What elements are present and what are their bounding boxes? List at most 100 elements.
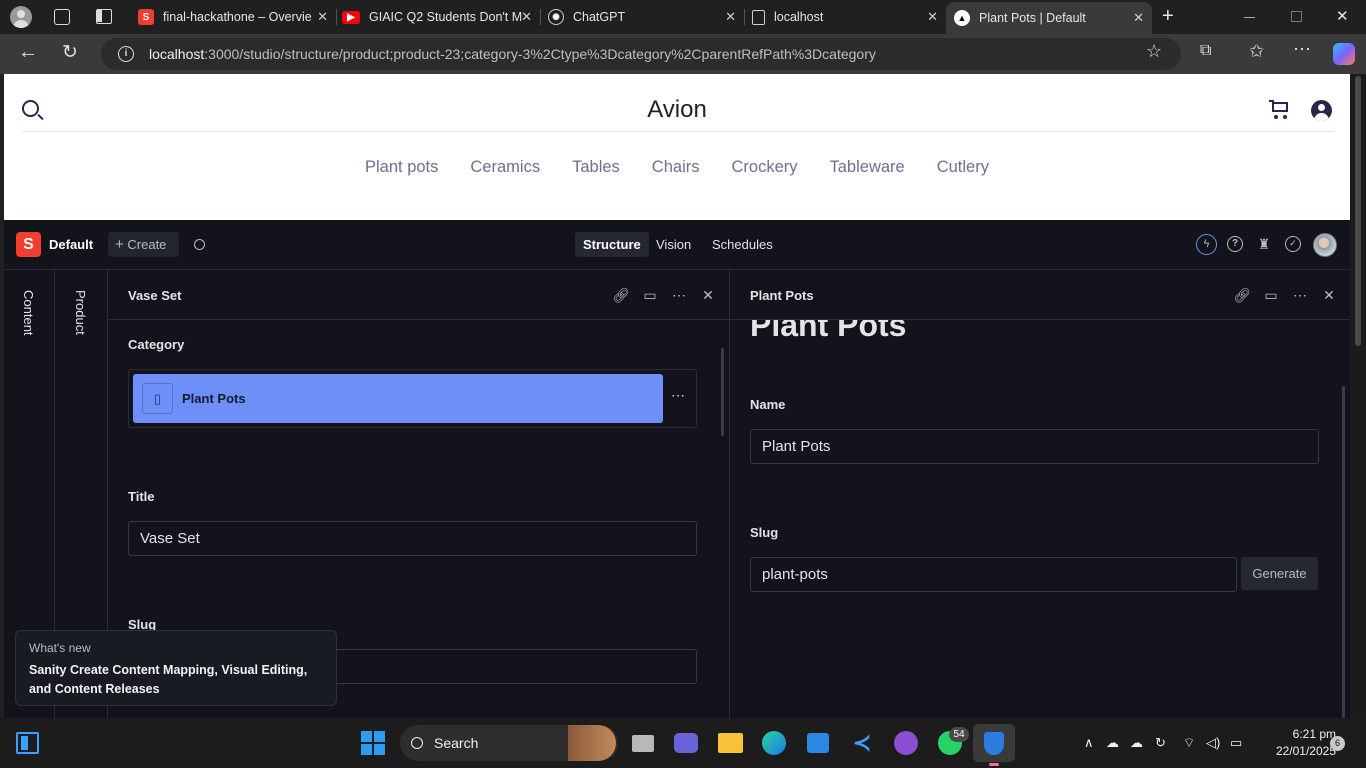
teams-icon[interactable] xyxy=(672,729,700,757)
more-icon[interactable]: ⋯ xyxy=(670,286,688,304)
more-icon[interactable]: ⋯ xyxy=(1291,286,1309,304)
tab-schedules[interactable]: Schedules xyxy=(704,232,781,257)
comment-icon[interactable]: ▭ xyxy=(1262,286,1280,304)
widgets-icon[interactable] xyxy=(16,732,39,754)
site-header: Avion Plant pots Ceramics Tables Chairs … xyxy=(4,74,1350,220)
update-icon[interactable]: ↻ xyxy=(1155,735,1166,751)
whats-new-toast[interactable]: What's new Sanity Create Content Mapping… xyxy=(15,630,337,706)
slug-label: Slug xyxy=(750,525,779,540)
back-icon[interactable]: ← xyxy=(18,41,38,64)
category-reference-field: ▯ Plant Pots ⋯ xyxy=(128,369,697,428)
youtube-icon: ▶ xyxy=(342,10,360,24)
nav-tableware[interactable]: Tableware xyxy=(830,158,905,177)
favorites-icon[interactable]: ✩ xyxy=(1249,41,1264,62)
close-icon[interactable]: ✕ xyxy=(699,286,717,304)
profile-icon[interactable] xyxy=(10,6,32,28)
more-menu-icon[interactable]: ⋯ xyxy=(1293,39,1311,60)
link-icon[interactable]: 🔗︎ xyxy=(1233,286,1251,304)
tab-title: final-hackathone – Overvie xyxy=(163,10,312,24)
url-field[interactable]: localhost:3000/studio/structure/product;… xyxy=(101,38,1181,70)
favorite-star-icon[interactable]: ☆ xyxy=(1146,41,1162,62)
pane-header: Plant Pots 🔗︎ ▭ ⋯ ✕ xyxy=(730,270,1350,320)
close-icon[interactable]: ✕ xyxy=(725,9,736,25)
clock-time: 6:21 pm xyxy=(1292,727,1336,741)
nav-ceramics[interactable]: Ceramics xyxy=(470,158,540,177)
tab-plant-pots[interactable]: ▲ Plant Pots | Default ✕ xyxy=(946,2,1152,34)
battery-icon[interactable]: ▭ xyxy=(1230,735,1242,751)
page-scrollbar[interactable] xyxy=(1350,74,1366,718)
rail-product-label: Product xyxy=(73,290,88,335)
users-icon[interactable]: ♜ xyxy=(1255,235,1273,253)
restore-icon[interactable] xyxy=(1291,11,1302,22)
tab-structure[interactable]: Structure xyxy=(575,232,649,257)
generate-button[interactable]: Generate xyxy=(1241,557,1318,590)
tab-youtube[interactable]: ▶ GIAIC Q2 Students Don't M ✕ xyxy=(336,4,540,30)
copilot-icon[interactable] xyxy=(1333,43,1355,65)
store-icon[interactable] xyxy=(804,729,832,757)
file-explorer-icon[interactable] xyxy=(716,729,744,757)
close-icon[interactable]: ✕ xyxy=(317,9,328,25)
whats-new-kicker: What's new xyxy=(29,641,91,655)
pane-scrollbar[interactable] xyxy=(1342,386,1345,718)
github-icon[interactable] xyxy=(892,729,920,757)
minimize-icon[interactable] xyxy=(1244,17,1255,18)
tab-actions-icon[interactable] xyxy=(96,9,112,24)
close-window-icon[interactable]: ✕ xyxy=(1336,7,1349,25)
nav-plant-pots[interactable]: Plant pots xyxy=(365,158,438,177)
user-avatar[interactable] xyxy=(1313,233,1337,257)
clock[interactable]: 6:21 pm 22/01/2025 xyxy=(1276,726,1336,760)
site-info-icon[interactable]: i xyxy=(118,46,134,62)
security-shield-icon[interactable] xyxy=(980,729,1008,757)
search-highlight-icon xyxy=(568,725,616,761)
category-reference-card[interactable]: ▯ Plant Pots xyxy=(133,374,663,423)
edge-icon[interactable] xyxy=(760,729,788,757)
site-logo[interactable]: Avion xyxy=(4,96,1350,124)
pane-scrollbar[interactable] xyxy=(721,348,724,436)
name-input[interactable]: Plant Pots xyxy=(750,429,1319,464)
clock-date: 22/01/2025 xyxy=(1275,744,1336,758)
close-icon[interactable]: ✕ xyxy=(521,9,532,25)
help-icon[interactable]: ? xyxy=(1227,236,1243,252)
tasks-check-icon[interactable]: ✓ xyxy=(1285,236,1301,252)
cloud-sync-icon[interactable]: ☁ xyxy=(1130,735,1143,751)
vscode-icon[interactable]: ≺ xyxy=(848,729,876,757)
close-icon[interactable]: ✕ xyxy=(1320,286,1338,304)
tab-sanity[interactable]: S final-hackathone – Overvie ✕ xyxy=(128,4,336,30)
tab-vision[interactable]: Vision xyxy=(648,232,699,257)
comment-icon[interactable]: ▭ xyxy=(641,286,659,304)
reference-menu-icon[interactable]: ⋯ xyxy=(671,387,685,404)
category-label: Category xyxy=(128,337,185,352)
workspace-name[interactable]: Default xyxy=(49,237,93,252)
onedrive-icon[interactable]: ☁ xyxy=(1106,735,1119,751)
reload-icon[interactable]: ↻ xyxy=(62,41,78,64)
cart-icon[interactable] xyxy=(1269,99,1291,119)
chatgpt-icon: ✺ xyxy=(548,9,564,25)
sanity-logo-icon[interactable]: S xyxy=(16,232,41,257)
notification-badge[interactable]: 6 xyxy=(1330,736,1345,751)
nav-cutlery[interactable]: Cutlery xyxy=(937,158,989,177)
workspaces-icon[interactable] xyxy=(54,9,70,25)
page-icon xyxy=(752,9,765,25)
volume-icon[interactable]: ◁) xyxy=(1206,735,1220,751)
close-icon[interactable]: ✕ xyxy=(1133,10,1144,26)
slug-input[interactable]: plant-pots xyxy=(750,557,1237,592)
title-input[interactable]: Vase Set xyxy=(128,521,697,556)
create-button[interactable]: + Create xyxy=(108,232,179,257)
tab-localhost[interactable]: localhost ✕ xyxy=(744,4,946,30)
user-avatar-icon[interactable] xyxy=(1311,100,1332,121)
link-icon[interactable]: 🔗︎ xyxy=(612,286,630,304)
wifi-icon[interactable]: ⌔ xyxy=(1183,735,1195,751)
tray-chevron-icon[interactable]: ∧ xyxy=(1084,735,1094,751)
tab-title: Plant Pots | Default xyxy=(979,11,1086,25)
presence-bolt-icon[interactable]: ϟ xyxy=(1196,234,1217,255)
start-icon[interactable] xyxy=(361,731,385,755)
nav-tables[interactable]: Tables xyxy=(572,158,620,177)
search-icon[interactable] xyxy=(194,239,205,250)
nav-crockery[interactable]: Crockery xyxy=(731,158,797,177)
task-view-icon[interactable] xyxy=(629,729,657,757)
nav-chairs[interactable]: Chairs xyxy=(652,158,700,177)
extensions-icon[interactable]: ⧉ xyxy=(1200,42,1211,60)
close-icon[interactable]: ✕ xyxy=(927,9,938,25)
new-tab-icon[interactable]: + xyxy=(1162,5,1174,28)
tab-chatgpt[interactable]: ✺ ChatGPT ✕ xyxy=(540,4,744,30)
